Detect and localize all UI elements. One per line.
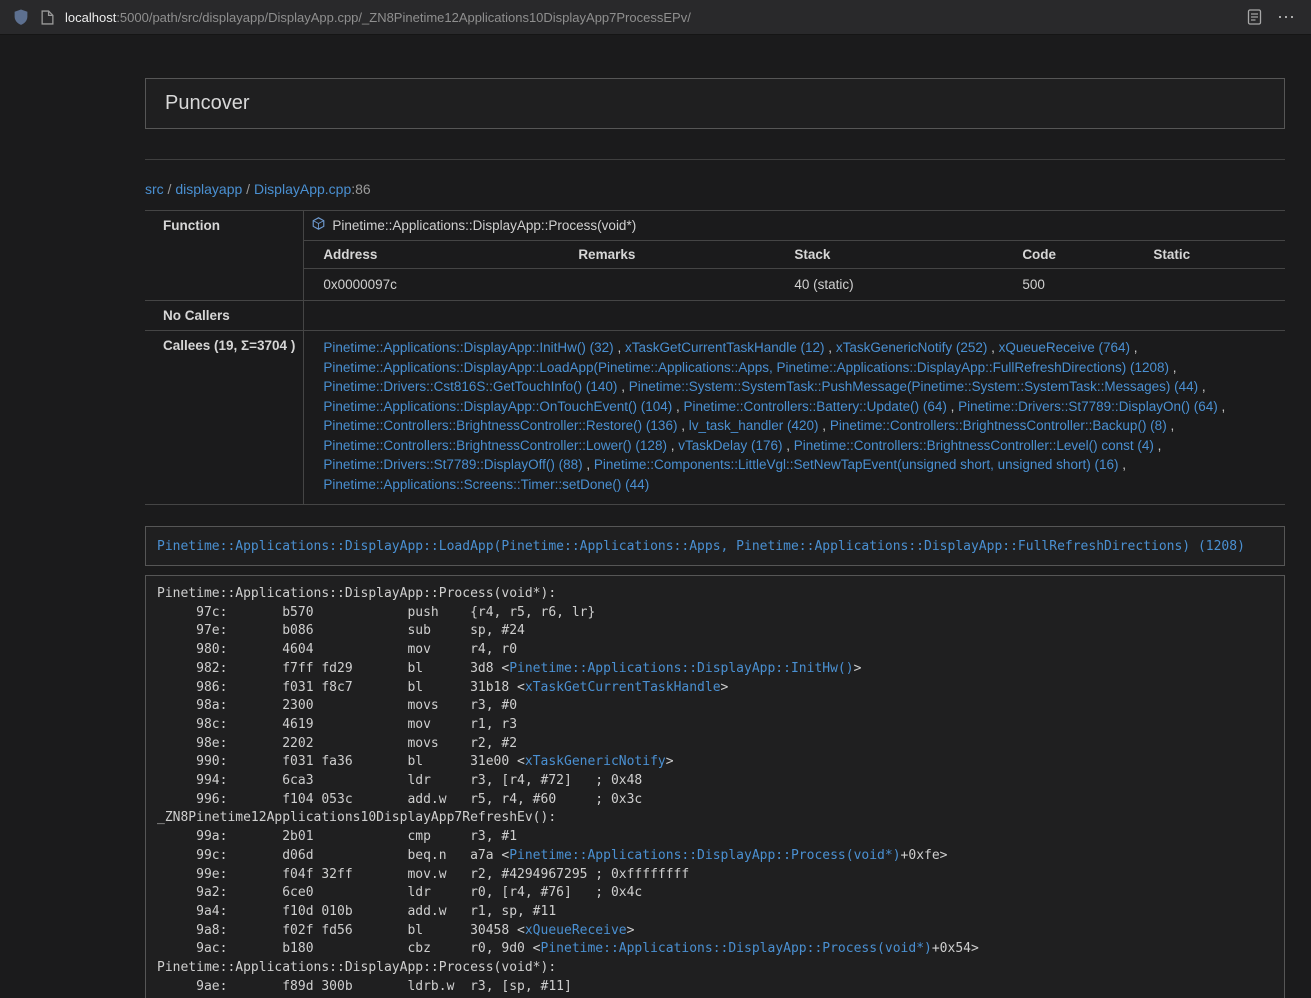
page-title: Puncover: [165, 92, 1265, 115]
callees-label: Callees (19, Σ=3704 ): [145, 331, 304, 505]
page-icon: [41, 10, 54, 25]
menu-icon[interactable]: ⋯: [1273, 8, 1299, 26]
callee-separator: ,: [614, 340, 625, 355]
column-header-code: Code: [1003, 241, 1134, 269]
no-callers-label: No Callers: [145, 301, 304, 331]
callee-link[interactable]: Pinetime::Components::LittleVgl::SetNewT…: [594, 457, 1119, 472]
shield-icon[interactable]: [12, 8, 30, 26]
disassembly-panel: Pinetime::Applications::DisplayApp::Proc…: [145, 575, 1285, 998]
callee-link[interactable]: Pinetime::Controllers::BrightnessControl…: [830, 418, 1167, 433]
callee-link[interactable]: Pinetime::Applications::DisplayApp::Init…: [323, 340, 613, 355]
callee-link[interactable]: lv_task_handler (420): [689, 418, 819, 433]
detail-header-row: Address Remarks Stack Code Static: [304, 241, 1285, 269]
browser-toolbar: localhost:5000/path/src/displayapp/Displ…: [0, 0, 1311, 35]
callers-cell: [304, 301, 1285, 331]
callee-separator: ,: [1218, 399, 1226, 414]
callee-separator: ,: [617, 379, 628, 394]
disassembly-symbol-link[interactable]: Pinetime::Applications::DisplayApp::Proc…: [509, 848, 900, 863]
callee-separator: ,: [672, 399, 683, 414]
callees-list: Pinetime::Applications::DisplayApp::Init…: [304, 331, 1285, 505]
address-cell: 0x0000097c: [304, 269, 559, 301]
breadcrumb: src / displayapp / DisplayApp.cpp:86: [145, 181, 1285, 197]
column-header-stack: Stack: [775, 241, 1003, 269]
breadcrumb-separator: /: [164, 181, 176, 197]
code-cell: 500: [1003, 269, 1134, 301]
breadcrumb-separator: /: [242, 181, 254, 197]
callee-separator: ,: [825, 340, 836, 355]
breadcrumb-link[interactable]: DisplayApp.cpp: [254, 181, 351, 197]
column-header-address: Address: [304, 241, 559, 269]
breadcrumb-line-number: :86: [351, 181, 370, 197]
function-table: Function Pinetime::Applications::Display…: [145, 210, 1285, 505]
callee-link[interactable]: Pinetime::Applications::DisplayApp::Load…: [323, 360, 1169, 375]
callee-separator: ,: [1154, 438, 1162, 453]
callee-link[interactable]: Pinetime::Applications::DisplayApp::OnTo…: [323, 399, 672, 414]
url-path: :5000/path/src/displayapp/DisplayApp.cpp…: [116, 10, 691, 25]
callee-separator: ,: [677, 418, 688, 433]
callee-separator: ,: [1198, 379, 1206, 394]
function-row: Function Pinetime::Applications::Display…: [145, 211, 1285, 301]
url-bar[interactable]: localhost:5000/path/src/displayapp/Displ…: [65, 10, 691, 25]
disassembly-symbol-link[interactable]: Pinetime::Applications::DisplayApp::Init…: [509, 661, 853, 676]
divider: [145, 159, 1285, 160]
breadcrumb-link[interactable]: displayapp: [175, 181, 242, 197]
callee-separator: ,: [947, 399, 958, 414]
callees-row: Callees (19, Σ=3704 ) Pinetime::Applicat…: [145, 331, 1285, 505]
detail-value-row: 0x0000097c 40 (static) 500: [304, 269, 1285, 301]
disassembly-symbol-link[interactable]: xTaskGenericNotify: [525, 754, 666, 769]
reader-mode-icon[interactable]: [1247, 9, 1262, 25]
callee-separator: ,: [1167, 418, 1175, 433]
callee-link[interactable]: Pinetime::Controllers::Battery::Update()…: [684, 399, 947, 414]
url-host: localhost: [65, 10, 116, 25]
callee-separator: ,: [667, 438, 678, 453]
function-type-icon: [312, 217, 325, 233]
callee-link[interactable]: Pinetime::Controllers::BrightnessControl…: [323, 438, 667, 453]
callee-separator: ,: [583, 457, 594, 472]
breadcrumb-link[interactable]: src: [145, 181, 164, 197]
callee-link[interactable]: Pinetime::Drivers::St7789::DisplayOn() (…: [958, 399, 1218, 414]
function-signature: Pinetime::Applications::DisplayApp::Proc…: [332, 218, 636, 233]
callee-separator: ,: [1130, 340, 1138, 355]
column-header-static: Static: [1134, 241, 1285, 269]
disassembly-pre: Pinetime::Applications::DisplayApp::Proc…: [157, 585, 1273, 998]
callee-separator: ,: [819, 418, 830, 433]
callee-link[interactable]: xTaskGenericNotify (252): [836, 340, 988, 355]
symbol-panel: Pinetime::Applications::DisplayApp::Load…: [145, 526, 1285, 566]
stack-cell: 40 (static): [775, 269, 1003, 301]
static-cell: [1134, 269, 1285, 301]
disassembly-symbol-link[interactable]: xQueueReceive: [525, 923, 627, 938]
callee-link[interactable]: Pinetime::System::SystemTask::PushMessag…: [629, 379, 1198, 394]
function-row-content: Pinetime::Applications::DisplayApp::Proc…: [304, 211, 1285, 301]
column-header-remarks: Remarks: [559, 241, 775, 269]
function-row-label: Function: [145, 211, 304, 301]
callee-link[interactable]: Pinetime::Drivers::Cst816S::GetTouchInfo…: [323, 379, 617, 394]
disassembly-symbol-link[interactable]: Pinetime::Applications::DisplayApp::Proc…: [541, 941, 932, 956]
function-signature-row: Pinetime::Applications::DisplayApp::Proc…: [304, 211, 1285, 241]
callee-link[interactable]: xTaskGetCurrentTaskHandle (12): [625, 340, 825, 355]
disassembly-symbol-link[interactable]: xTaskGetCurrentTaskHandle: [525, 680, 721, 695]
callee-separator: ,: [783, 438, 794, 453]
symbol-link[interactable]: Pinetime::Applications::DisplayApp::Load…: [157, 539, 1245, 554]
page-container: Puncover src / displayapp / DisplayApp.c…: [145, 78, 1285, 998]
callee-link[interactable]: vTaskDelay (176): [678, 438, 782, 453]
callee-separator: ,: [1118, 457, 1126, 472]
function-detail-table: Address Remarks Stack Code Static 0x0000…: [304, 241, 1285, 300]
no-callers-row: No Callers: [145, 301, 1285, 331]
callee-link[interactable]: Pinetime::Drivers::St7789::DisplayOff() …: [323, 457, 582, 472]
callee-link[interactable]: xQueueReceive (764): [999, 340, 1130, 355]
callee-separator: ,: [1169, 360, 1177, 375]
title-panel: Puncover: [145, 78, 1285, 129]
callee-link[interactable]: Pinetime::Controllers::BrightnessControl…: [323, 418, 677, 433]
callee-link[interactable]: Pinetime::Applications::Screens::Timer::…: [323, 477, 649, 492]
remarks-cell: [559, 269, 775, 301]
callee-link[interactable]: Pinetime::Controllers::BrightnessControl…: [794, 438, 1154, 453]
callee-separator: ,: [987, 340, 998, 355]
